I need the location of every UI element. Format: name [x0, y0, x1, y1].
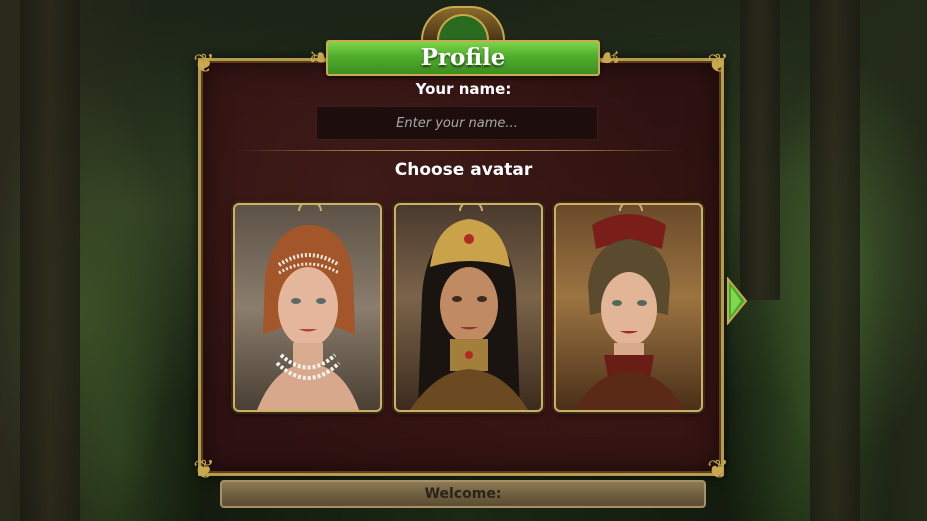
- portrait-image: [257, 225, 359, 410]
- tree-trunk: [20, 0, 80, 521]
- choose-avatar-label: Choose avatar: [394, 160, 533, 180]
- tree-trunk: [740, 0, 780, 300]
- dialog-title: Profile: [420, 44, 506, 71]
- welcome-text: Welcome:: [424, 486, 502, 502]
- ornament-icon: ❦: [193, 455, 215, 485]
- ornament-icon: ❦: [707, 49, 729, 79]
- crest-ornament: [421, 6, 505, 40]
- name-input[interactable]: [316, 106, 598, 140]
- avatar-option-3[interactable]: [554, 203, 703, 412]
- name-label: Your name:: [415, 80, 512, 98]
- frame-cap: [458, 205, 483, 211]
- welcome-bar: Welcome:: [220, 480, 706, 508]
- avatar-option-1[interactable]: [233, 203, 382, 412]
- divider: [236, 150, 686, 151]
- portrait-image: [574, 214, 684, 410]
- portrait-image: [410, 219, 528, 410]
- tree-trunk: [810, 0, 860, 521]
- title-banner: Profile: [326, 40, 600, 76]
- frame-cap: [297, 205, 322, 211]
- avatar-option-2[interactable]: [394, 203, 543, 412]
- crest-emblem: [437, 14, 489, 40]
- ornament-icon: ❦: [193, 49, 215, 79]
- frame-cap: [618, 205, 643, 211]
- ornament-icon: ❦: [707, 455, 729, 485]
- chevron-right-icon[interactable]: [726, 276, 748, 326]
